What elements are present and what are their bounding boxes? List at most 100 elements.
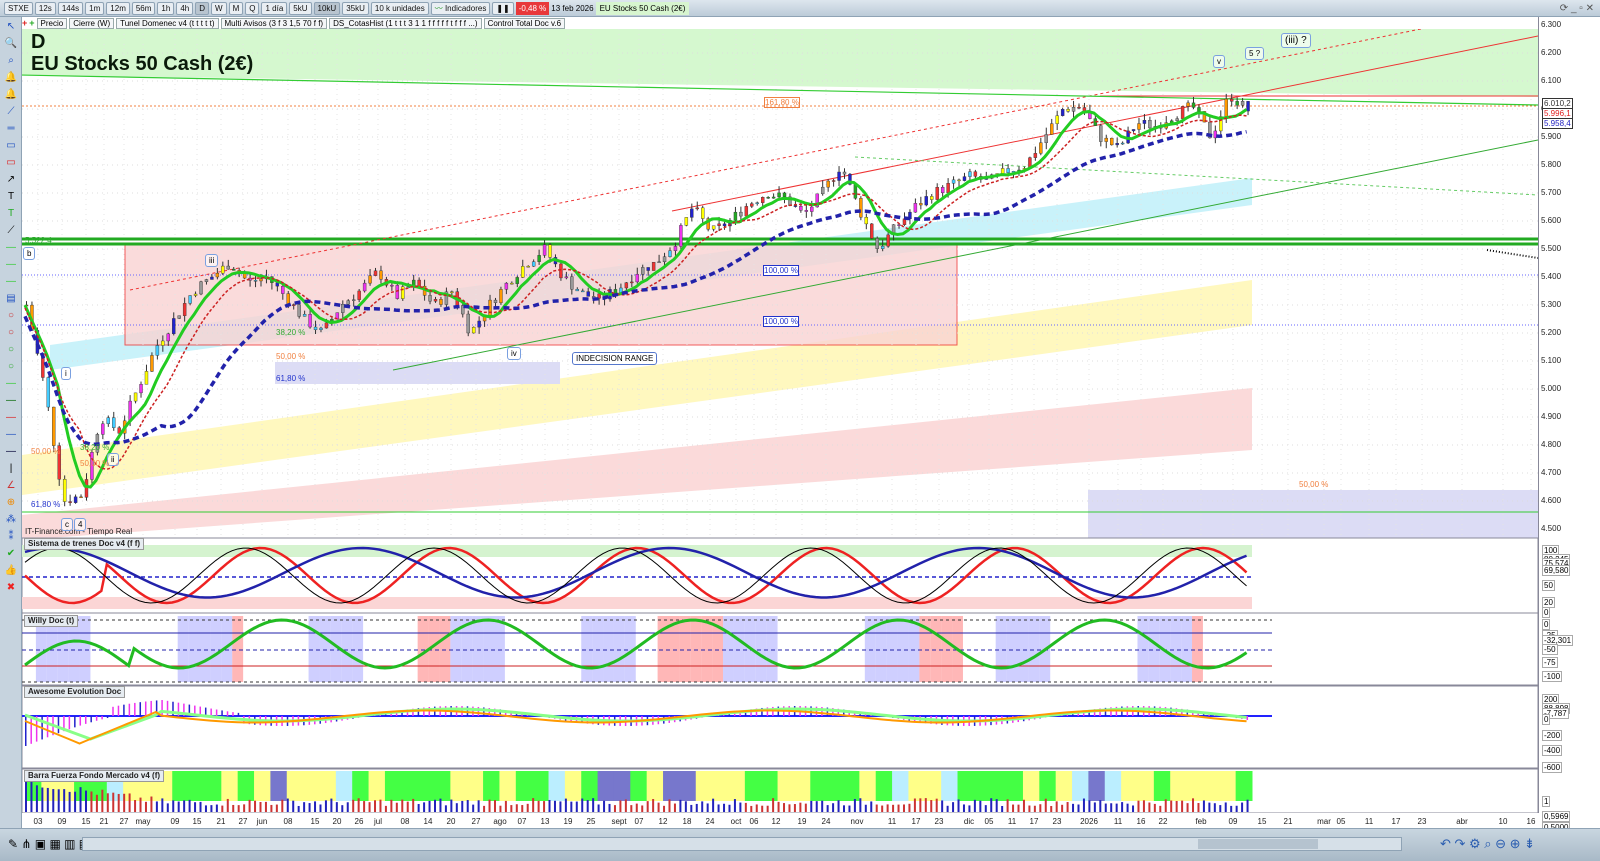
interval-button[interactable]: D (195, 1, 210, 15)
hline-icon[interactable]: — (3, 241, 19, 255)
add-green-icon[interactable]: + (29, 18, 34, 28)
strength-bar (128, 793, 131, 812)
circle-icon[interactable]: ○ (3, 326, 19, 340)
interval-button[interactable]: 12s (34, 1, 56, 15)
unit-button[interactable]: 10kU (313, 1, 341, 15)
date-tick: 05 (1336, 817, 1346, 826)
interval-button[interactable]: 12m (106, 1, 130, 15)
indicator-tag[interactable]: Cierre (W) (69, 17, 115, 29)
date-tick: feb (1195, 817, 1207, 826)
indicator-tag[interactable]: Multi Avisos (3 f 3 1,5 70 f f) (220, 17, 328, 29)
horizontal-scrollbar[interactable] (82, 837, 1402, 851)
unit-button[interactable]: 5kU (289, 1, 312, 15)
date-tick: 15 (1257, 817, 1267, 826)
date-tick: 11 (1364, 817, 1374, 826)
angle-icon[interactable]: ∠ (3, 479, 19, 493)
awesome-bar (74, 716, 76, 728)
zoom-controls-icon[interactable]: ↶ ↷ ⚙ ⌕ ⊖ ⊕ ⇟ (1440, 836, 1535, 852)
add-icon[interactable]: + (22, 18, 27, 28)
line-red-icon[interactable]: — (3, 411, 19, 425)
delete-icon[interactable]: ✖ (3, 581, 19, 595)
window-controls[interactable]: ⟳ _ ▫ ✕ (1560, 3, 1594, 14)
strength-bar (117, 793, 120, 812)
candle (450, 291, 454, 293)
target-icon[interactable]: ⊕ (3, 496, 19, 510)
ruler-icon[interactable]: ▤ (3, 292, 19, 306)
strength-bar (717, 804, 720, 812)
interval-button[interactable]: 4h (176, 1, 194, 15)
indicators-button[interactable]: 〰 Indicadores (430, 1, 491, 15)
candle (504, 282, 509, 290)
text-bubble-icon[interactable]: T (3, 207, 19, 221)
abc-icon[interactable]: ⁑ (3, 530, 19, 544)
hline-icon[interactable]: — (3, 275, 19, 289)
strength-bar (237, 805, 240, 812)
scrollbar-thumb[interactable] (1198, 839, 1318, 849)
vline-icon[interactable]: | (3, 462, 19, 476)
wave-count-icon[interactable]: ⁂ (3, 513, 19, 527)
strength-bar (1099, 800, 1102, 812)
strength-bar (532, 798, 535, 812)
hline-icon[interactable]: — (3, 258, 19, 272)
candle (379, 270, 383, 280)
indicator-tag[interactable]: Control Total Doc v.6 (483, 17, 566, 29)
strength-bar (254, 800, 257, 812)
line-icon[interactable]: ⟋ (3, 224, 19, 238)
zoom-area-icon[interactable]: ⌕ (3, 54, 19, 68)
arrow-icon[interactable]: ↗ (3, 173, 19, 187)
fib-h-icon[interactable]: ═ (3, 122, 19, 136)
strength-bar (450, 799, 453, 812)
rectangle-icon[interactable]: ▭ (3, 156, 19, 170)
line-green-icon[interactable]: — (3, 377, 19, 391)
candle (1148, 120, 1152, 129)
interval-button[interactable]: 144s (57, 1, 84, 15)
fib-500-label: 50,00 % (31, 447, 61, 456)
unit-button[interactable]: 35kU (342, 1, 369, 15)
candle (68, 501, 72, 503)
line-blue-icon[interactable]: — (3, 428, 19, 442)
panel-title-trenes[interactable]: Sistema de trenes Doc v4 (f f) (24, 538, 145, 550)
interval-button[interactable]: M (228, 1, 244, 15)
indicator-tag[interactable]: DS_CotasHist (1 t t t 3 1 1 f f f f f t … (329, 17, 482, 29)
strength-bar (286, 798, 289, 812)
channel-icon[interactable]: ▭ (3, 139, 19, 153)
indicator-tag[interactable]: Precio (36, 17, 68, 29)
zoom-icon[interactable]: 🔍 (3, 37, 19, 51)
candle (1000, 168, 1005, 174)
pointer-icon[interactable]: ↖ (3, 20, 19, 34)
date-tick: 23 (1052, 817, 1062, 826)
line-dkgreen-icon[interactable]: — (3, 394, 19, 408)
interval-button[interactable]: W (211, 1, 227, 15)
pause-button[interactable]: ❚❚ (492, 1, 514, 15)
alarm-icon[interactable]: 🔔 (3, 88, 19, 102)
interval-button[interactable]: 1m (85, 1, 105, 15)
strength-bar (892, 804, 895, 812)
period-select[interactable]: 1 día (261, 1, 288, 15)
strength-bar (444, 805, 447, 812)
text-icon[interactable]: T (3, 190, 19, 204)
symbol-select[interactable]: STXE (4, 1, 33, 15)
line-navy-icon[interactable]: — (3, 445, 19, 459)
fib-618-label: 61,80 % (276, 374, 306, 383)
circle-icon[interactable]: ○ (3, 309, 19, 323)
thumbs-up-icon[interactable]: 👍 (3, 564, 19, 578)
fib-line-icon[interactable]: ⟋ (3, 105, 19, 119)
alert-icon[interactable]: 🔔 (3, 71, 19, 85)
awesome-bar (226, 711, 229, 716)
circle-icon[interactable]: ○ (3, 343, 19, 357)
circle-icon[interactable]: ○ (3, 360, 19, 374)
strength-bar (979, 800, 982, 812)
candle (510, 282, 514, 285)
interval-button[interactable]: 56m (131, 1, 156, 15)
unit-select[interactable]: 10 k unidades (370, 1, 429, 15)
indicator-tag[interactable]: Tunel Domenec v4 (t t t t t) (116, 17, 219, 29)
strength-zone (744, 771, 762, 801)
panel-title-barra[interactable]: Barra Fuerza Fondo Mercado v4 (f) (24, 770, 165, 782)
price-chart[interactable] (22, 29, 1538, 813)
interval-button[interactable]: Q (245, 1, 260, 15)
candle (951, 179, 956, 184)
panel-title-awesome[interactable]: Awesome Evolution Doc (24, 686, 126, 698)
interval-button[interactable]: 1h (157, 1, 175, 15)
check-icon[interactable]: ✔ (3, 547, 19, 561)
panel-title-willy[interactable]: Willy Doc (t) (24, 615, 79, 627)
